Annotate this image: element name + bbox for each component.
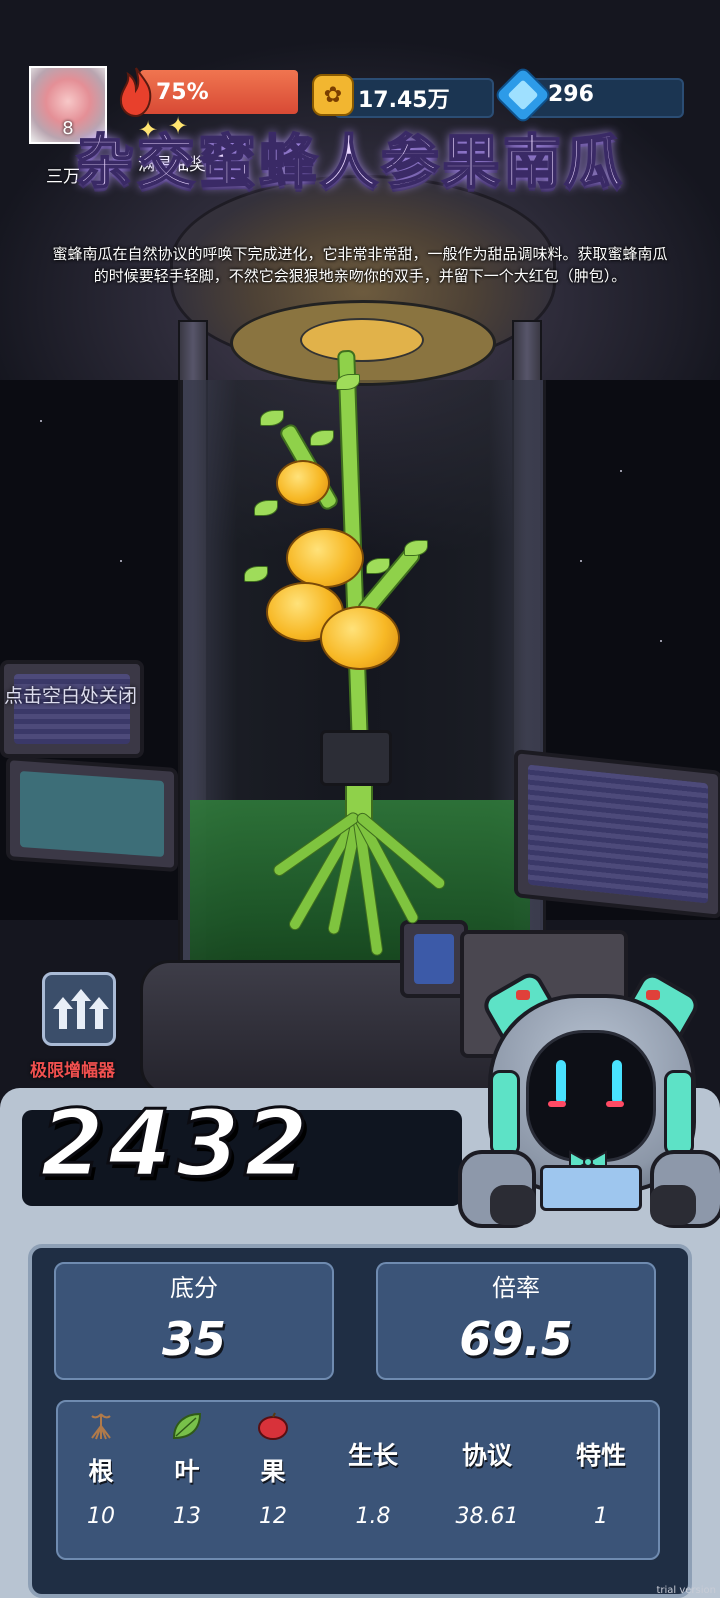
capsule-core <box>300 318 424 362</box>
triple-up-arrow-icon <box>53 997 73 1029</box>
attr-leaf-label: 叶 <box>174 1457 200 1486</box>
attr-growth-label: 生长 <box>347 1441 398 1470</box>
item-description: 蜜蜂南瓜在自然协议的呼唤下完成进化，它非常非常甜，一般作为甜品调味料。获取蜜蜂南… <box>52 245 668 285</box>
stem-clamp <box>320 730 392 786</box>
amplifier-button[interactable] <box>42 972 116 1046</box>
star <box>580 560 582 562</box>
attr-leaf-value: 13 <box>173 1504 201 1529</box>
base-score-value: 35 <box>161 1312 226 1366</box>
amplifier-label: 极限增幅器 <box>30 1061 115 1081</box>
attr-growth-value: 1.8 <box>355 1504 391 1529</box>
star <box>40 420 42 422</box>
base-score-label: 底分 <box>170 1274 218 1302</box>
apple-icon <box>258 1412 288 1440</box>
flame-icon <box>119 67 152 118</box>
multiplier-value: 69.5 <box>459 1312 573 1366</box>
coins-value: 17.45万 <box>358 88 450 113</box>
star <box>120 560 122 562</box>
total-score: 2432 <box>38 1089 313 1199</box>
attr-fruit-label: 果 <box>260 1457 286 1486</box>
monitor-left-top <box>0 660 144 758</box>
gems-value: 296 <box>548 82 594 107</box>
attr-root-value: 10 <box>87 1504 115 1529</box>
root-icon <box>91 1413 111 1440</box>
item-title: 杂交蜜蜂人参果南瓜 <box>75 127 626 197</box>
control-screen <box>400 920 468 998</box>
leaf-icon <box>172 1412 202 1440</box>
attr-trait-label: 特性 <box>575 1441 626 1470</box>
multiplier-label: 倍率 <box>492 1274 540 1302</box>
attr-fruit-value: 12 <box>259 1504 287 1529</box>
energy-percent: 75% <box>156 80 209 105</box>
tap-to-close-hint: 点击空白处关闭 <box>4 685 138 707</box>
trial-version-watermark: trial version <box>656 1585 716 1596</box>
star <box>660 640 662 642</box>
attr-protocol-label: 协议 <box>461 1441 512 1470</box>
monitor-right <box>514 749 720 919</box>
monitor-left <box>6 755 178 873</box>
gold-coin-icon: ✿ <box>312 74 354 116</box>
player-subtitle: 三万 <box>46 167 80 187</box>
attr-root-label: 根 <box>88 1457 114 1486</box>
star <box>620 470 622 472</box>
attr-trait-value: 1 <box>594 1504 608 1529</box>
attr-protocol-value: 38.61 <box>455 1504 519 1529</box>
